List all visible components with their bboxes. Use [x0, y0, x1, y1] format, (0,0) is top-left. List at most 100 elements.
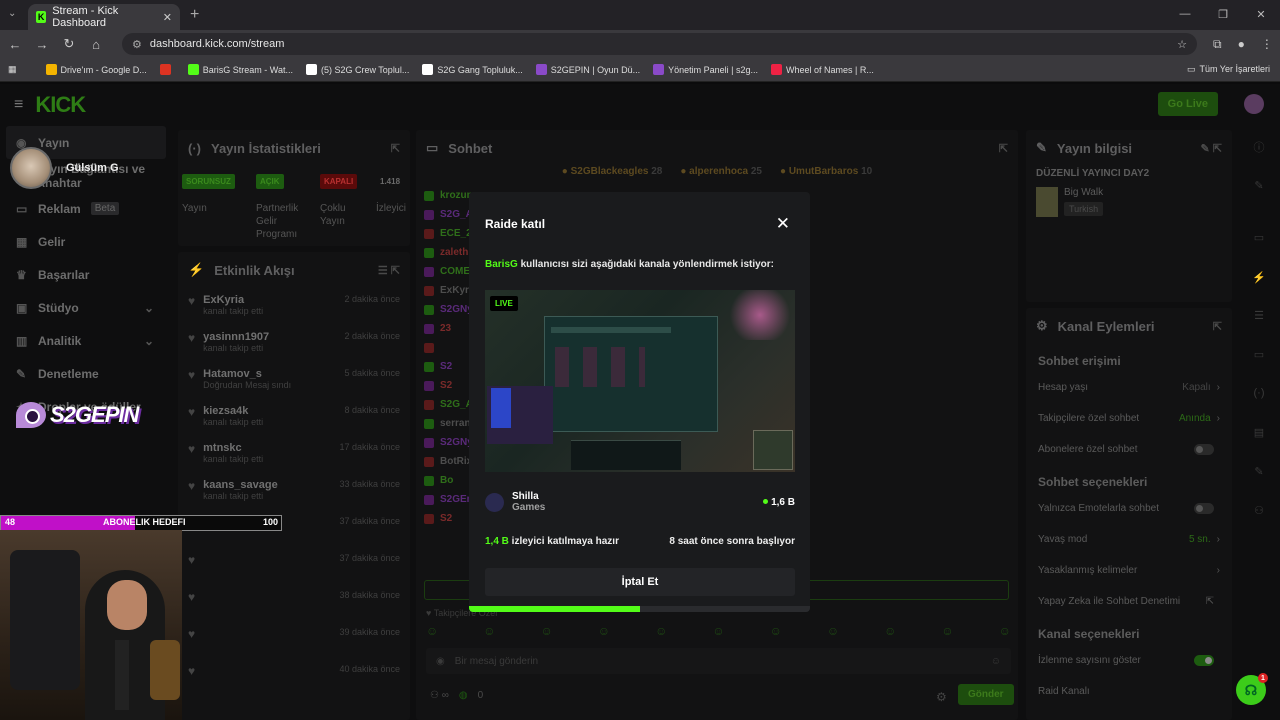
emote-icon[interactable]: ☺: [770, 624, 782, 638]
go-live-button[interactable]: Go Live: [1157, 92, 1218, 116]
chat-icon[interactable]: ▭: [1246, 341, 1272, 367]
reload-icon[interactable]: ↻: [57, 36, 81, 52]
menu-icon[interactable]: ≡: [14, 96, 23, 114]
toggle-switch[interactable]: [1194, 444, 1214, 455]
bookmark-item[interactable]: Yönetim Paneli | s2g...: [653, 64, 758, 75]
activity-user[interactable]: Hatamov_s: [203, 368, 291, 380]
browser-menu-icon[interactable]: ⋮: [1261, 37, 1273, 52]
chat-username[interactable]: S2: [440, 361, 452, 372]
bookmark-item[interactable]: Wheel of Names | R...: [770, 64, 874, 75]
sidebar-item-4[interactable]: ♛ Başarılar: [0, 258, 172, 291]
activity-user[interactable]: ExKyria: [203, 294, 263, 306]
toggle-switch[interactable]: [1194, 503, 1214, 514]
channel-setting[interactable]: Hesap yaşı Kapalı ›: [1026, 372, 1232, 403]
forward-icon[interactable]: →: [30, 37, 54, 52]
activity-user[interactable]: kiezsa4k: [203, 405, 263, 417]
chat-username[interactable]: S2G_A: [440, 399, 473, 410]
user-avatar[interactable]: [1244, 94, 1264, 114]
popout-icon[interactable]: ⇱: [1213, 320, 1222, 333]
chat-username[interactable]: BotRix: [440, 456, 472, 467]
chat-username[interactable]: S2: [440, 380, 452, 391]
tab-close-icon[interactable]: ✕: [163, 11, 172, 24]
chat-username[interactable]: Bo: [440, 475, 453, 486]
emote-icon[interactable]: ☺: [884, 624, 896, 638]
emote-icon[interactable]: ☺: [941, 624, 953, 638]
channel-setting[interactable]: Yasaklanmış kelimeler ›: [1026, 555, 1232, 586]
extensions-icon[interactable]: ⧉: [1213, 37, 1222, 52]
sidebar-item-6[interactable]: ▥ Analitik ⌄: [0, 324, 172, 357]
send-button[interactable]: Gönder: [958, 684, 1014, 705]
list-icon[interactable]: ☰: [1246, 302, 1272, 328]
restore-button[interactable]: ❐: [1204, 0, 1242, 28]
support-chat-button[interactable]: ☊ 1: [1236, 673, 1268, 705]
bookmark-item[interactable]: Drive'ım - Google D...: [45, 64, 147, 75]
chat-username[interactable]: S2: [440, 513, 452, 524]
bolt-icon[interactable]: ⚡: [1246, 264, 1272, 290]
channel-setting[interactable]: Takipçilere özel sohbet Anında ›: [1026, 403, 1232, 434]
sidebar-item-3[interactable]: ▦ Gelir: [0, 225, 172, 258]
users-icon[interactable]: ⚇: [1246, 497, 1272, 523]
chevron-down-icon[interactable]: ⌄: [144, 301, 154, 315]
activity-user[interactable]: yasinnn1907: [203, 331, 269, 343]
emoji-icon[interactable]: ☺: [991, 656, 1001, 667]
activity-user[interactable]: kaans_savage: [203, 479, 278, 491]
bookmark-item[interactable]: [159, 64, 175, 75]
close-window-button[interactable]: ✕: [1242, 0, 1280, 28]
stats-icon[interactable]: (·): [1246, 380, 1272, 406]
edit-icon[interactable]: ✎: [1246, 172, 1272, 198]
chat-username[interactable]: 23: [440, 323, 451, 334]
chat-username[interactable]: S2G_A: [440, 209, 473, 220]
apps-icon[interactable]: ▦: [8, 64, 17, 75]
info-icon[interactable]: ⓘ: [1246, 134, 1272, 160]
emote-icon[interactable]: ☺: [827, 624, 839, 638]
channel-setting[interactable]: Raid Kanalı: [1026, 676, 1232, 707]
card-icon[interactable]: ▭: [1246, 224, 1272, 250]
back-icon[interactable]: ←: [3, 37, 27, 52]
emote-icon[interactable]: ☺: [598, 624, 610, 638]
profile-icon[interactable]: ●: [1238, 37, 1245, 52]
popout-icon[interactable]: ⇱: [999, 142, 1008, 155]
cancel-raid-button[interactable]: İptal Et: [485, 568, 795, 596]
channel-setting[interactable]: Yalnızca Emotelarla sohbet: [1026, 493, 1232, 524]
emote-icon[interactable]: ☺: [712, 624, 724, 638]
top-chatter[interactable]: ● UmutBarbaros 10: [780, 166, 872, 182]
emote-icon[interactable]: ☺: [999, 624, 1011, 638]
bookmark-item[interactable]: S2GEPIN | Oyun Dü...: [535, 64, 640, 75]
stream-thumbnail[interactable]: LIVE: [485, 290, 795, 472]
popout-icon[interactable]: ⇱: [391, 142, 400, 155]
toggle-switch[interactable]: [1194, 655, 1214, 666]
chat-username[interactable]: COME: [440, 266, 470, 277]
tab-search-icon[interactable]: ⌄: [8, 8, 16, 19]
filter-icon[interactable]: ☰ ⇱: [378, 264, 400, 277]
browser-tab[interactable]: K Stream - Kick Dashboard ✕: [28, 4, 180, 30]
emote-icon[interactable]: ☺: [655, 624, 667, 638]
emote-icon[interactable]: ☺: [541, 624, 553, 638]
channel-setting[interactable]: İzlenme sayısını göster: [1026, 645, 1232, 676]
emote-icon[interactable]: ☺: [426, 624, 438, 638]
edit-icon[interactable]: ✎ ⇱: [1201, 142, 1223, 155]
top-chatter[interactable]: ● alperenhoca 25: [680, 166, 762, 182]
users-icon[interactable]: ⚇ ∞: [430, 690, 449, 701]
channel-setting[interactable]: Yavaş mod 5 sn. ›: [1026, 524, 1232, 555]
bookmark-star-icon[interactable]: ☆: [1177, 38, 1187, 51]
top-chatter[interactable]: ● S2GBlackeagles 28: [562, 166, 663, 182]
site-info-icon[interactable]: ⚙: [132, 38, 142, 51]
close-icon[interactable]: ✕: [776, 214, 790, 234]
chat-username[interactable]: zaleth: [440, 247, 468, 258]
bookmark-item[interactable]: (5) S2G Crew Toplul...: [305, 64, 409, 75]
chat-settings-icon[interactable]: ⚙: [936, 690, 947, 704]
url-field[interactable]: ⚙ dashboard.kick.com/stream ☆: [122, 33, 1197, 55]
minimize-button[interactable]: —: [1166, 0, 1204, 28]
chevron-down-icon[interactable]: ⌄: [144, 334, 154, 348]
new-tab-button[interactable]: +: [190, 6, 199, 24]
chat-input[interactable]: ◉ Bir mesaj gönderin ☺: [426, 648, 1011, 674]
emote-icon[interactable]: ☺: [483, 624, 495, 638]
sidebar-item-5[interactable]: ▣ Stüdyo ⌄: [0, 291, 172, 324]
sidebar-item-2[interactable]: ▭ Reklam Beta: [0, 192, 172, 225]
bookmark-item[interactable]: BarisG Stream - Wat...: [187, 64, 293, 75]
all-bookmarks[interactable]: ▭ Tüm Yer İşaretleri: [1187, 64, 1270, 75]
kick-logo[interactable]: KICK: [35, 92, 86, 118]
clipboard-icon[interactable]: ▤: [1246, 419, 1272, 445]
bookmark-item[interactable]: S2G Gang Topluluk...: [422, 64, 523, 75]
channel-setting[interactable]: Abonelere özel sohbet: [1026, 434, 1232, 465]
